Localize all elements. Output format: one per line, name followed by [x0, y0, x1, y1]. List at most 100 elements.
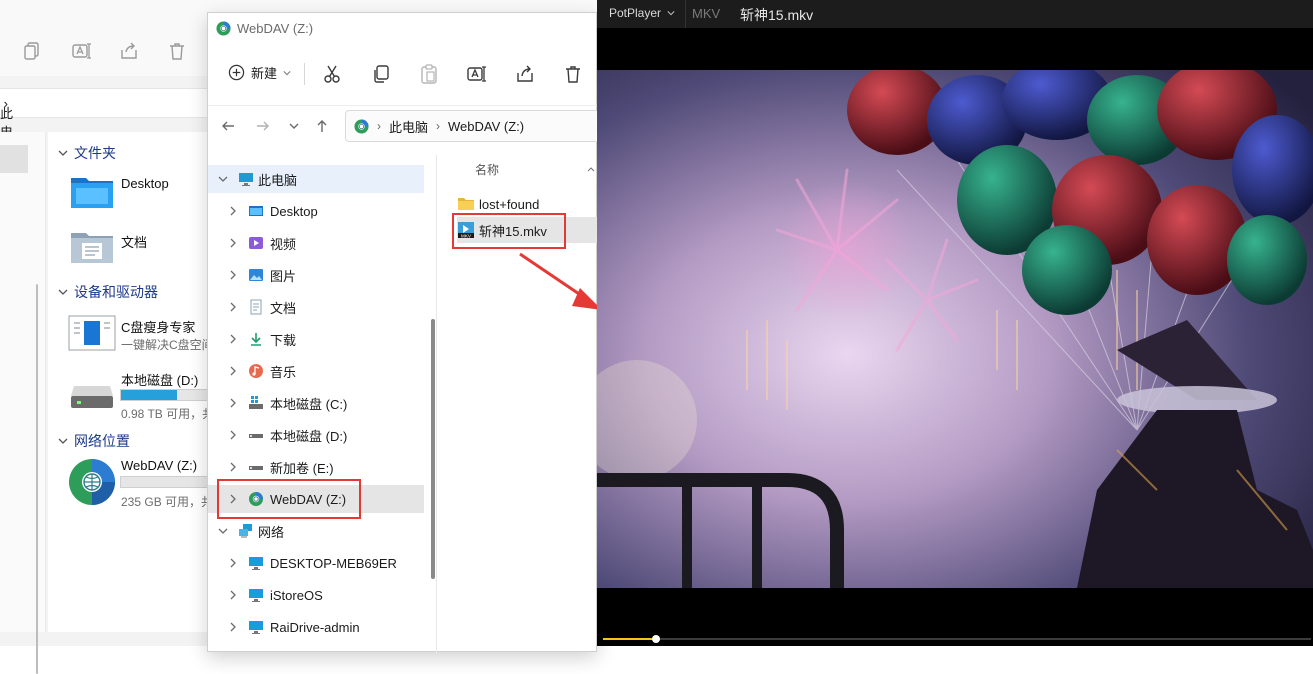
chevron-down-icon[interactable]: [218, 174, 228, 184]
chevron-right-icon[interactable]: [228, 462, 238, 472]
background-nav-pane: [0, 132, 46, 674]
group-header-devices[interactable]: 设备和驱动器: [58, 282, 158, 302]
chevron-down-icon: [667, 9, 675, 17]
tree-item-label: 此电脑: [258, 172, 298, 188]
new-button[interactable]: 新建: [228, 63, 291, 82]
back-arrow-icon[interactable]: [220, 118, 236, 134]
tree-item-item-4[interactable]: 文档: [208, 293, 424, 321]
copy-icon[interactable]: [370, 63, 392, 85]
tree-item-desktop-meb69er[interactable]: DESKTOP-MEB69ER: [208, 549, 424, 577]
tree-item-item-0[interactable]: 此电脑: [208, 165, 424, 193]
breadcrumb[interactable]: 此电脑 ›: [0, 96, 13, 159]
tree-item-item-3[interactable]: 图片: [208, 261, 424, 289]
paste-icon[interactable]: [418, 63, 440, 85]
tree-item-item-11[interactable]: 网络: [208, 517, 424, 545]
video-frame[interactable]: [597, 70, 1313, 588]
title-bar[interactable]: WebDAV (Z:): [216, 21, 313, 36]
seek-bar-played: [603, 638, 657, 640]
tree-item-label: 网络: [258, 524, 285, 540]
title-separator: [685, 0, 686, 28]
new-button-label: 新建: [251, 66, 278, 81]
background-nav-selection: [0, 145, 28, 173]
network-tile-webdav[interactable]: WebDAV (Z:): [121, 458, 197, 473]
chevron-right-icon: ›: [377, 119, 381, 133]
chevron-down-icon[interactable]: [218, 526, 228, 536]
potplayer-window: PotPlayer MKV 斩神15.mkv: [597, 0, 1313, 646]
rename-icon[interactable]: [466, 63, 488, 85]
player-title-bar[interactable]: PotPlayer MKV 斩神15.mkv: [597, 0, 1313, 28]
background-nav-scrollbar[interactable]: [36, 284, 38, 674]
chevron-right-icon[interactable]: [228, 206, 238, 216]
video-frame-image: [597, 70, 1313, 588]
delete-icon[interactable]: [166, 40, 188, 62]
rename-icon[interactable]: [71, 40, 93, 62]
background-address-bar[interactable]: 此电脑 ›: [0, 88, 210, 159]
documents-folder-icon: [248, 299, 264, 315]
command-bar: 新建: [208, 51, 598, 97]
chevron-right-icon[interactable]: [228, 622, 238, 632]
tree-item-label: 文档: [270, 300, 297, 316]
folder-tile-desktop[interactable]: Desktop: [121, 176, 169, 191]
player-app-name: PotPlayer: [609, 6, 662, 20]
device-tile-cleaner[interactable]: C盘瘦身专家: [121, 317, 195, 336]
tree-item-istoreos[interactable]: iStoreOS: [208, 581, 424, 609]
tree-item-item-2[interactable]: 视频: [208, 229, 424, 257]
download-icon: [248, 331, 264, 347]
address-bar[interactable]: › 此电脑 › WebDAV (Z:): [345, 110, 605, 142]
tree-item-label: 新加卷 (E:): [270, 460, 334, 476]
share-icon[interactable]: [118, 40, 140, 62]
tree-item-e[interactable]: 新加卷 (E:): [208, 453, 424, 481]
tree-scrollbar[interactable]: [431, 319, 435, 579]
breadcrumb-this-pc[interactable]: 此电脑: [389, 117, 428, 136]
file-highlight-box: [452, 213, 566, 249]
chevron-right-icon[interactable]: [228, 558, 238, 568]
copy-icon[interactable]: [22, 40, 44, 62]
tree-item-raidrive-admin[interactable]: RaiDrive-admin: [208, 613, 424, 641]
tree-item-c[interactable]: 本地磁盘 (C:): [208, 389, 424, 417]
drive-icon: [70, 384, 114, 410]
group-header-network-locations[interactable]: 网络位置: [58, 431, 130, 451]
tree-item-label: 图片: [270, 268, 297, 284]
chevron-right-icon[interactable]: [228, 238, 238, 248]
tree-item-label: 本地磁盘 (D:): [270, 428, 348, 444]
windows-drive-icon: [248, 395, 264, 411]
chevron-right-icon[interactable]: [228, 590, 238, 600]
tree-highlight-box: [217, 479, 361, 519]
recent-locations-chevron-icon[interactable]: [286, 118, 302, 134]
chevron-right-icon[interactable]: [228, 270, 238, 280]
chevron-right-icon[interactable]: [228, 302, 238, 312]
webdav-space-text: 235 GB 可用，共: [121, 495, 214, 509]
cut-icon[interactable]: [321, 63, 343, 85]
tree-item-item-6[interactable]: 音乐: [208, 357, 424, 385]
group-header-folders[interactable]: 文件夹: [58, 143, 116, 163]
chevron-right-icon[interactable]: [228, 430, 238, 440]
explorer-window: WebDAV (Z:) 新建 › 此电脑 › WebDAV (Z:) 此电脑 D…: [207, 12, 605, 653]
up-arrow-icon[interactable]: [314, 118, 330, 134]
globe-drive-icon: [68, 458, 116, 506]
group-label: 文件夹: [74, 145, 116, 161]
seek-thumb[interactable]: [652, 635, 661, 643]
desktop-folder-icon: [70, 174, 114, 210]
desktop-folder-icon: [248, 203, 264, 219]
player-format-label: MKV: [692, 6, 721, 21]
tree-item-d[interactable]: 本地磁盘 (D:): [208, 421, 424, 449]
potplayer-menu-button[interactable]: PotPlayer: [609, 6, 675, 20]
column-header-name[interactable]: 名称: [475, 161, 499, 178]
c-drive-cleaner-icon: [68, 315, 116, 351]
tree-item-label: DESKTOP-MEB69ER: [270, 555, 397, 571]
share-icon[interactable]: [514, 63, 536, 85]
forward-arrow-icon[interactable]: [255, 118, 271, 134]
folder-icon: [457, 196, 475, 212]
tree-item-item-5[interactable]: 下载: [208, 325, 424, 353]
seek-bar[interactable]: [603, 635, 1311, 643]
folder-tile-documents[interactable]: 文档: [121, 232, 147, 251]
chevron-right-icon[interactable]: [228, 398, 238, 408]
documents-folder-icon: [70, 229, 114, 265]
breadcrumb-webdav[interactable]: WebDAV (Z:): [448, 119, 524, 134]
group-label: 网络位置: [74, 433, 130, 449]
tree-item-desktop[interactable]: Desktop: [208, 197, 424, 225]
delete-icon[interactable]: [562, 63, 584, 85]
chevron-right-icon[interactable]: [228, 334, 238, 344]
device-tile-d-drive[interactable]: 本地磁盘 (D:): [121, 370, 198, 389]
chevron-right-icon[interactable]: [228, 366, 238, 376]
